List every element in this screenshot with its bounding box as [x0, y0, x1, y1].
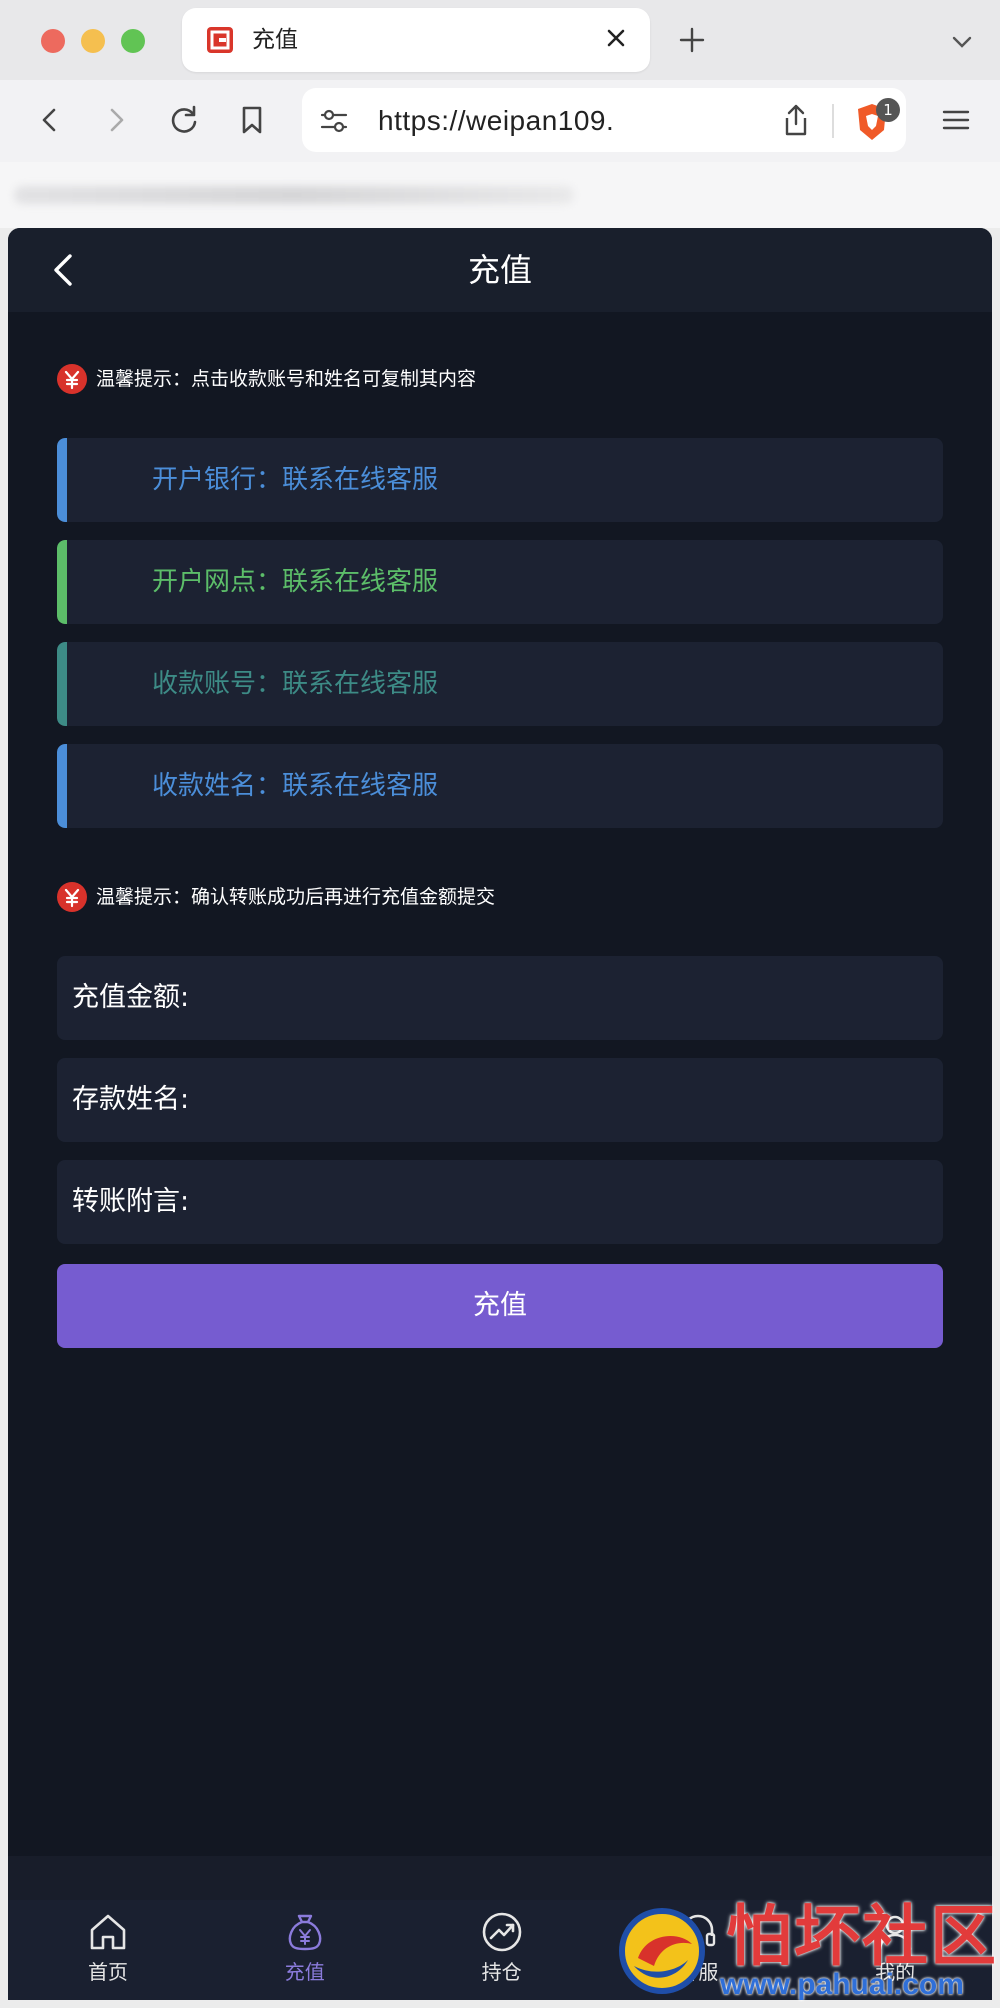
recharge-submit-button[interactable]: 充值	[57, 1264, 943, 1348]
new-tab-icon[interactable]	[676, 24, 708, 56]
home-icon	[90, 1914, 126, 1950]
bookmark-icon[interactable]	[234, 102, 270, 138]
page-title: 充值	[467, 251, 532, 289]
row-accent-bar	[57, 540, 67, 624]
notice-text: 温馨提示：确认转账成功后再进行充值金额提交	[96, 886, 496, 908]
yen-badge-icon	[57, 364, 87, 394]
watermark-logo-icon	[619, 1908, 705, 1994]
nav-item-recharge[interactable]: 充值	[205, 1900, 402, 2000]
address-bar[interactable]: https://weipan109. 1	[302, 88, 906, 152]
chart-trend-icon	[482, 1912, 521, 1952]
minimize-window-button[interactable]	[81, 29, 105, 53]
browser-tab-bar: 充值	[0, 0, 1000, 80]
nav-item-positions[interactable]: 持仓	[402, 1900, 599, 2000]
depositor-name-input[interactable]	[207, 1072, 927, 1128]
transfer-note-label: 转账附言:	[72, 1186, 190, 1217]
back-arrow-icon[interactable]	[32, 102, 68, 138]
footer-band	[8, 1856, 992, 1900]
money-bag-icon	[288, 1914, 322, 1951]
nav-item-home[interactable]: 首页	[8, 1900, 205, 2000]
blurred-content	[14, 186, 574, 204]
notice-text: 温馨提示：点击收款账号和姓名可复制其内容	[96, 368, 477, 390]
share-icon[interactable]	[780, 102, 812, 138]
address-bar-divider	[832, 104, 834, 138]
amount-input[interactable]	[207, 970, 927, 1026]
row-accent-bar	[57, 438, 67, 522]
depositor-name-field: 存款姓名:	[57, 1058, 943, 1142]
account-name-text: 收款姓名：联系在线客服	[152, 771, 439, 801]
blurred-bar	[0, 162, 1000, 228]
notice-submit-tip: 温馨提示：确认转账成功后再进行充值金额提交	[56, 880, 495, 914]
close-tab-icon[interactable]	[602, 24, 630, 52]
row-accent-bar	[57, 642, 67, 726]
nav-label: 首页	[88, 1960, 128, 1984]
yen-badge-icon	[57, 882, 87, 912]
bank-branch-text: 开户网点：联系在线客服	[152, 567, 439, 597]
site-favicon-icon	[207, 27, 233, 53]
account-number-text: 收款账号：联系在线客服	[152, 669, 439, 699]
hamburger-menu-icon[interactable]	[938, 102, 974, 138]
forward-arrow-icon[interactable]	[98, 102, 134, 138]
nav-label: 充值	[284, 1960, 325, 1984]
zoom-window-button[interactable]	[121, 29, 145, 53]
tab-title: 充值	[252, 27, 298, 53]
reload-icon[interactable]	[166, 102, 202, 138]
site-settings-icon[interactable]	[318, 105, 350, 137]
app-frame: 充值 温馨提示：点击收款账号和姓名可复制其内容 开户银行：联系在线客服 开户网点…	[8, 228, 992, 2000]
transfer-note-field: 转账附言:	[57, 1160, 943, 1244]
close-window-button[interactable]	[41, 29, 65, 53]
bank-branch-row[interactable]: 开户网点：联系在线客服	[57, 540, 943, 624]
app-header: 充值	[8, 228, 992, 312]
row-accent-bar	[57, 744, 67, 828]
watermark-title: 怕坏社区	[726, 1897, 998, 1975]
shield-count-badge: 1	[876, 98, 900, 122]
account-name-row[interactable]: 收款姓名：联系在线客服	[57, 744, 943, 828]
browser-toolbar: https://weipan109. 1	[0, 80, 1000, 162]
browser-tab-active[interactable]: 充值	[182, 8, 650, 72]
tab-list-chevron-icon[interactable]	[948, 28, 976, 56]
bank-name-row[interactable]: 开户银行：联系在线客服	[57, 438, 943, 522]
nav-label: 持仓	[481, 1960, 522, 1984]
account-number-row[interactable]: 收款账号：联系在线客服	[57, 642, 943, 726]
amount-field: 充值金额:	[57, 956, 943, 1040]
transfer-note-input[interactable]	[207, 1174, 927, 1230]
bank-name-text: 开户银行：联系在线客服	[152, 465, 439, 495]
notice-copy-tip: 温馨提示：点击收款账号和姓名可复制其内容	[56, 362, 476, 396]
watermark-url: www.pahuai.com	[720, 1968, 964, 2001]
url-text: https://weipan109.	[378, 105, 615, 136]
amount-label: 充值金额:	[72, 982, 190, 1013]
depositor-name-label: 存款姓名:	[72, 1084, 190, 1115]
